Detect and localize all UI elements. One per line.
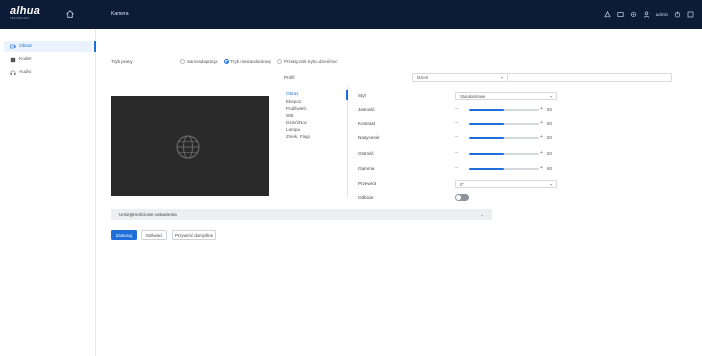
mode-radio-group: Samoadaptacja Tryb niestandardowy Przełą… (180, 57, 338, 65)
video-preview[interactable] (111, 96, 269, 196)
brightness-slider[interactable]: − + 50 (455, 106, 558, 114)
top-right-tools: admin (604, 9, 694, 20)
mode-option-label: Przełącznik trybu dzień/noc (284, 58, 338, 64)
menu-item-podswietlenie[interactable]: Podświetl. (286, 106, 307, 112)
sharpness-slider[interactable]: − + 50 (455, 150, 558, 158)
menu-item-zniekszt[interactable]: Zniek. Flagi (286, 134, 310, 140)
top-bar: alhua TECHNOLOGY Kamera admin (0, 0, 702, 29)
slider-value: 50 (547, 166, 552, 171)
style-label: Styl (358, 93, 366, 98)
sidebar-item-obraz[interactable]: Obraz (4, 41, 96, 52)
home-icon[interactable] (65, 9, 75, 19)
mode-option-samoadaptacja[interactable]: Samoadaptacja (180, 58, 218, 64)
mirror-label: Odbicie (358, 195, 374, 200)
page-title: Kamera (111, 11, 129, 17)
advanced-settings-label: Umiejętnościowe ustawienia (119, 212, 177, 217)
live-icon[interactable] (617, 11, 624, 18)
gamma-slider[interactable]: − + 50 (455, 165, 558, 173)
advanced-settings-panel[interactable]: Umiejętnościowe ustawienia ⌄ (111, 209, 492, 220)
alarm-icon[interactable] (604, 11, 611, 18)
minus-icon[interactable]: − (455, 106, 458, 113)
profile-select[interactable]: Dzień (412, 73, 508, 82)
plus-icon[interactable]: + (540, 165, 543, 172)
chevron-down-icon (501, 77, 503, 79)
slider-fill (469, 167, 504, 170)
flip-select[interactable]: 0° (455, 180, 557, 188)
brightness-label: Jasność (358, 107, 375, 112)
refresh-button[interactable]: Odśwież (141, 230, 167, 240)
camera-icon (10, 44, 16, 49)
flip-label: Przewrót (358, 181, 377, 186)
brand-logo[interactable]: alhua TECHNOLOGY (10, 6, 40, 24)
chevron-down-icon[interactable]: ⌄ (480, 212, 484, 218)
slider-value: 50 (547, 121, 552, 126)
contrast-slider[interactable]: − + 50 (455, 120, 558, 128)
plus-icon[interactable]: + (540, 150, 543, 157)
radio-checked-icon (223, 58, 229, 64)
brand-subtitle: TECHNOLOGY (10, 17, 31, 20)
sidebar: Obraz Koder Audio (0, 29, 96, 356)
menu-icon[interactable] (687, 11, 694, 18)
contrast-label: Kontrast (358, 121, 376, 126)
radio-icon (180, 58, 185, 64)
menu-active-marker (346, 90, 348, 100)
style-select[interactable]: Standardowe (455, 92, 557, 100)
username[interactable]: admin (656, 12, 668, 17)
slider-value: 50 (547, 151, 552, 156)
minus-icon[interactable]: − (455, 134, 458, 141)
minus-icon[interactable]: − (455, 165, 458, 172)
plus-icon[interactable]: + (540, 120, 543, 127)
apply-button[interactable]: Zastosuj (111, 230, 137, 240)
saturation-label: Nasycenie (358, 135, 380, 140)
slider-fill (469, 136, 504, 139)
slider-fill (469, 122, 504, 125)
sidebar-item-koder[interactable]: Koder (4, 54, 92, 65)
menu-item-lampa[interactable]: Lampa (286, 127, 300, 133)
menu-item-wb[interactable]: WB (286, 113, 293, 119)
mode-option-label: Samoadaptacja (187, 58, 218, 64)
mode-label: Tryb pracy (111, 59, 133, 64)
flip-select-value: 0° (460, 182, 465, 187)
slider-value: 50 (547, 135, 552, 140)
profile-label: Profil (284, 75, 295, 80)
profile-bar (508, 73, 672, 82)
plus-icon[interactable]: + (540, 134, 543, 141)
brand-name: alhua (10, 5, 41, 17)
no-signal-globe-icon (176, 135, 200, 159)
settings-icon[interactable] (630, 11, 637, 18)
logout-icon[interactable] (674, 11, 681, 18)
profile-select-value: Dzień (417, 75, 429, 80)
plus-icon[interactable]: + (540, 106, 543, 113)
saturation-slider[interactable]: − + 50 (455, 134, 558, 142)
minus-icon[interactable]: − (455, 150, 458, 157)
gamma-label: Gamma (358, 166, 375, 171)
audio-icon (10, 69, 16, 75)
mode-option-label: Tryb niestandardowy (230, 58, 272, 64)
menu-item-dzien-noc[interactable]: Dzień/Noc (286, 120, 307, 126)
minus-icon[interactable]: − (455, 120, 458, 127)
menu-item-ekspozycja[interactable]: Ekspoz. (286, 99, 302, 105)
slider-value: 50 (547, 107, 552, 112)
image-settings-menu: Obraz Ekspoz. Podświetl. WB Dzień/Noc La… (284, 86, 348, 198)
mirror-toggle[interactable] (455, 194, 469, 201)
sidebar-item-label: Koder (19, 57, 32, 62)
radio-icon (277, 58, 283, 64)
user-icon[interactable] (643, 11, 650, 18)
sidebar-item-label: Obraz (19, 44, 33, 49)
sidebar-item-audio[interactable]: Audio (4, 67, 92, 78)
chevron-down-icon (550, 96, 552, 98)
restore-defaults-button[interactable]: Przywróć domyślne (172, 230, 216, 240)
encoder-icon (10, 57, 16, 62)
menu-item-obraz[interactable]: Obraz (286, 91, 299, 97)
slider-fill (469, 152, 504, 155)
mode-option-niestandardowy[interactable]: Tryb niestandardowy (223, 58, 272, 64)
slider-fill (469, 108, 504, 111)
chevron-down-icon (550, 184, 552, 186)
style-select-value: Standardowe (460, 94, 486, 99)
sidebar-item-label: Audio (19, 70, 32, 75)
sharpness-label: Ostrość (358, 151, 374, 156)
mode-option-dzien-noc[interactable]: Przełącznik trybu dzień/noc (277, 58, 338, 64)
